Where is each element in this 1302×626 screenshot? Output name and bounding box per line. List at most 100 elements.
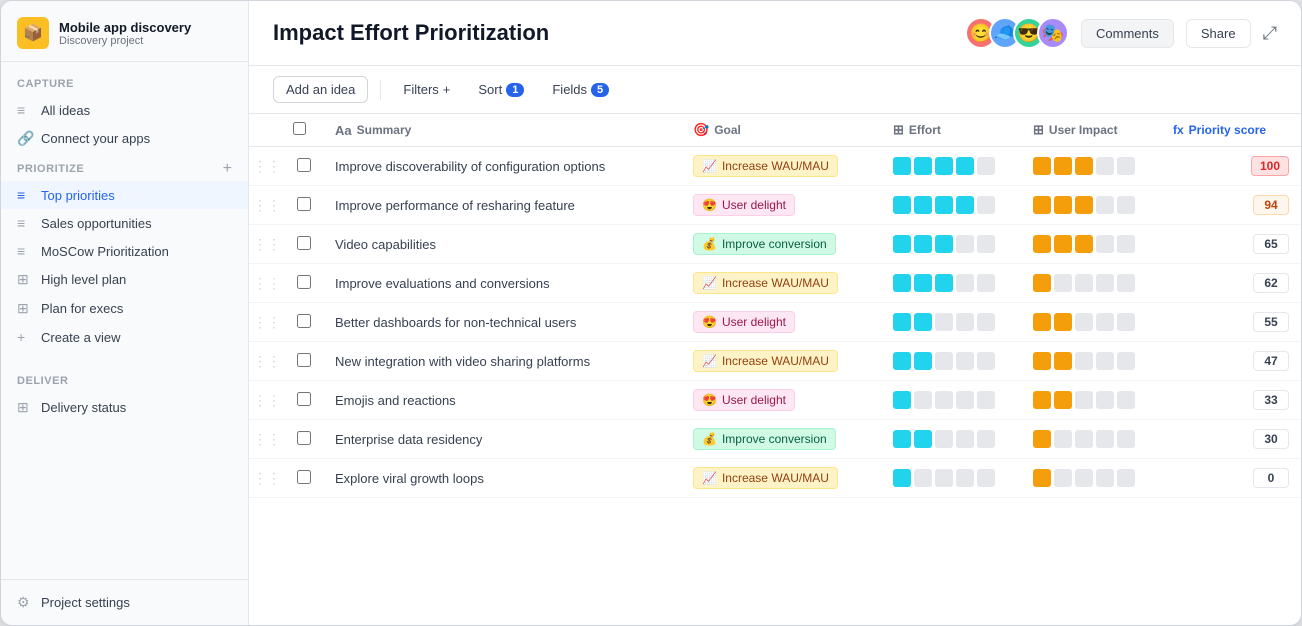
priority-cell: 0 (1161, 459, 1301, 498)
main-header: Impact Effort Prioritization 😊 🧢 😎 🎭 Com… (249, 1, 1301, 66)
row-checkbox[interactable] (297, 158, 311, 172)
drag-handle[interactable]: ⋮⋮ (253, 236, 281, 252)
row-checkbox[interactable] (297, 353, 311, 367)
goal-emoji: 📈 (702, 354, 717, 368)
row-checkbox[interactable] (297, 197, 311, 211)
sidebar-item-create-view[interactable]: + Create a view (1, 323, 248, 351)
sidebar-item-project-settings[interactable]: ⚙ Project settings (1, 588, 248, 617)
check-cell (285, 147, 323, 186)
sidebar-item-plan-for-execs[interactable]: ⊞ Plan for execs (1, 294, 248, 323)
effort-dot (914, 469, 932, 487)
effort-dots (893, 274, 1009, 292)
summary-cell: Improve evaluations and conversions (323, 264, 681, 303)
sidebar-logo: 📦 (17, 17, 49, 49)
row-checkbox[interactable] (297, 470, 311, 484)
priority-score-container: 47 (1173, 351, 1289, 371)
summary-cell: Better dashboards for non-technical user… (323, 303, 681, 342)
row-checkbox[interactable] (297, 275, 311, 289)
sidebar-item-top-priorities[interactable]: ≡ Top priorities (1, 181, 248, 209)
effort-cell (881, 342, 1021, 381)
check-cell (285, 264, 323, 303)
check-cell (285, 225, 323, 264)
table-row: ⋮⋮ Enterprise data residency 💰 Improve c… (249, 420, 1301, 459)
effort-dot (935, 274, 953, 292)
check-cell (285, 186, 323, 225)
check-cell (285, 420, 323, 459)
text-icon: Aa (335, 123, 352, 138)
drag-handle[interactable]: ⋮⋮ (253, 197, 281, 213)
effort-dot (914, 352, 932, 370)
sort-label: Sort (478, 82, 502, 97)
drag-handle[interactable]: ⋮⋮ (253, 275, 281, 291)
impact-dot (1117, 391, 1135, 409)
impact-dot (1054, 157, 1072, 175)
drag-cell: ⋮⋮ (249, 225, 285, 264)
score-badge: 94 (1253, 195, 1289, 215)
col-drag-header (249, 114, 285, 147)
effort-dot (935, 352, 953, 370)
row-checkbox[interactable] (297, 392, 311, 406)
impact-dot (1096, 352, 1114, 370)
impact-dots (1033, 391, 1149, 409)
sidebar-item-connect-apps[interactable]: 🔗 Connect your apps (1, 124, 248, 153)
sidebar-item-sales-opportunities[interactable]: ≡ Sales opportunities (1, 209, 248, 237)
sidebar-header: 📦 Mobile app discovery Discovery project (1, 1, 248, 62)
impact-dot (1117, 430, 1135, 448)
fields-button[interactable]: Fields 5 (542, 77, 619, 102)
impact-dots (1033, 469, 1149, 487)
add-idea-button[interactable]: Add an idea (273, 76, 368, 103)
impact-dot (1054, 196, 1072, 214)
drag-handle[interactable]: ⋮⋮ (253, 158, 281, 174)
sidebar-item-high-level-plan[interactable]: ⊞ High level plan (1, 265, 248, 294)
drag-handle[interactable]: ⋮⋮ (253, 314, 281, 330)
drag-handle[interactable]: ⋮⋮ (253, 353, 281, 369)
col-summary-header: AaSummary (323, 114, 681, 147)
select-all-checkbox[interactable] (293, 122, 306, 135)
list-icon: ≡ (17, 243, 33, 259)
impact-dots (1033, 157, 1149, 175)
impact-dot (1096, 313, 1114, 331)
impact-dot (1075, 274, 1093, 292)
row-checkbox[interactable] (297, 314, 311, 328)
sidebar-item-label: Plan for execs (41, 301, 123, 316)
effort-cell (881, 381, 1021, 420)
list-icon: ≡ (17, 187, 33, 203)
effort-cell (881, 147, 1021, 186)
effort-dot (956, 235, 974, 253)
sidebar-title: Mobile app discovery Discovery project (59, 20, 191, 47)
priority-cell: 65 (1161, 225, 1301, 264)
col-impact-header: ⊞User Impact (1021, 114, 1161, 147)
row-checkbox[interactable] (297, 236, 311, 250)
prioritize-add-button[interactable]: + (223, 161, 232, 177)
goal-cell: 💰 Improve conversion (681, 225, 881, 264)
share-button[interactable]: Share (1186, 19, 1251, 48)
row-checkbox[interactable] (297, 431, 311, 445)
sidebar-item-all-ideas[interactable]: ≡ All ideas (1, 96, 248, 124)
impact-dot (1117, 469, 1135, 487)
sort-button[interactable]: Sort 1 (468, 77, 534, 102)
filters-button[interactable]: Filters + (393, 77, 460, 102)
impact-dot (1054, 469, 1072, 487)
drag-handle[interactable]: ⋮⋮ (253, 470, 281, 486)
drag-handle[interactable]: ⋮⋮ (253, 392, 281, 408)
prioritize-section-header: PRIORITIZE + (1, 153, 248, 181)
table-row: ⋮⋮ New integration with video sharing pl… (249, 342, 1301, 381)
priority-score-container: 62 (1173, 273, 1289, 293)
avatar: 🎭 (1037, 17, 1069, 49)
effort-dot (935, 235, 953, 253)
goal-text: Increase WAU/MAU (722, 471, 829, 485)
comments-button[interactable]: Comments (1081, 19, 1174, 48)
expand-button[interactable]: ⤢ (1263, 23, 1277, 44)
drag-handle[interactable]: ⋮⋮ (253, 431, 281, 447)
goal-cell: 😍 User delight (681, 381, 881, 420)
table-body: ⋮⋮ Improve discoverability of configurat… (249, 147, 1301, 498)
grid-icon: ⊞ (17, 399, 33, 416)
sidebar-item-label: Create a view (41, 330, 120, 345)
effort-dots (893, 313, 1009, 331)
impact-dots (1033, 274, 1149, 292)
sidebar-item-moscow[interactable]: ≡ MoSCow Prioritization (1, 237, 248, 265)
effort-dots (893, 430, 1009, 448)
sidebar: 📦 Mobile app discovery Discovery project… (1, 1, 249, 625)
effort-dot (935, 196, 953, 214)
sidebar-item-delivery-status[interactable]: ⊞ Delivery status (1, 393, 248, 422)
